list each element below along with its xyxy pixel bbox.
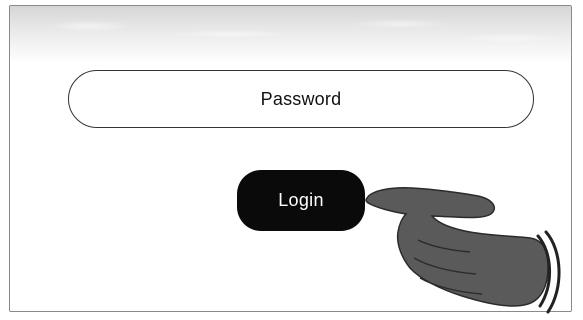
login-button-label: Login [278, 190, 324, 210]
password-field[interactable]: Password [68, 70, 534, 128]
header-banner [10, 6, 571, 64]
device-screen [9, 5, 572, 312]
screen: Password Login [0, 0, 583, 320]
login-button[interactable]: Login [237, 170, 365, 231]
password-placeholder: Password [260, 88, 342, 109]
